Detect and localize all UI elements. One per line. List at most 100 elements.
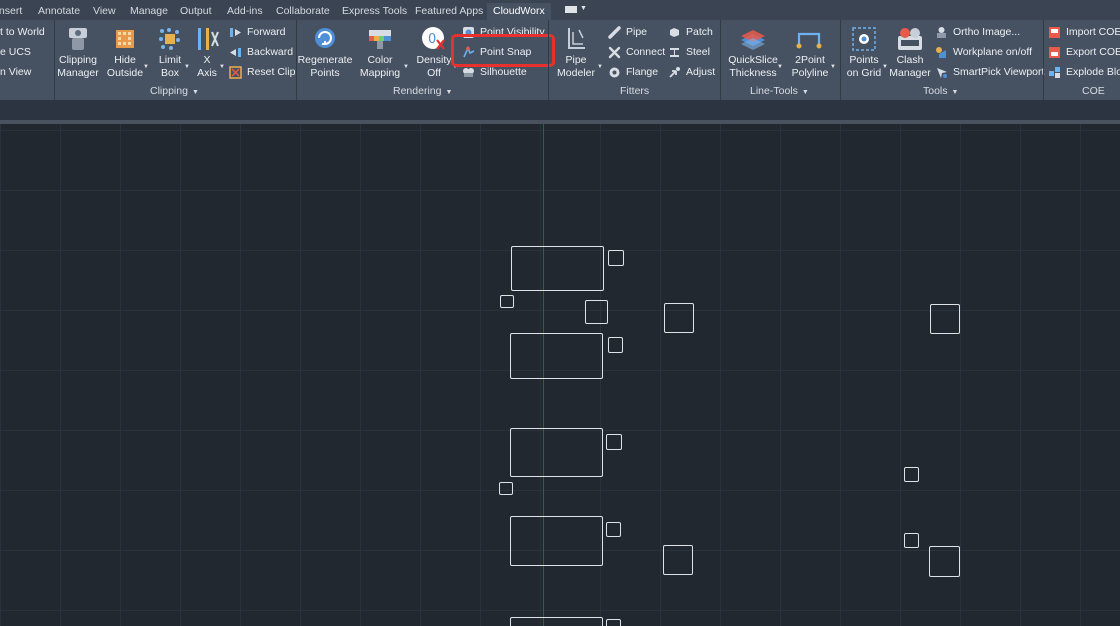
drawing-square[interactable] (608, 250, 624, 266)
coe-title-label: COE (1082, 85, 1105, 97)
regenerate-points-label: Regenerate Points (297, 54, 353, 79)
patch-button[interactable]: Patch (668, 23, 713, 41)
drawing-rectangle[interactable] (510, 333, 603, 379)
drawing-square[interactable] (930, 304, 960, 334)
tab-collaborate[interactable]: Collaborate (276, 5, 330, 17)
ortho-image-label: Ortho Image... (953, 26, 1021, 38)
import-coe-icon (1048, 26, 1061, 39)
reset-clip-button[interactable]: Reset Clip (229, 63, 295, 81)
drawing-square[interactable] (500, 295, 514, 308)
x-axis-icon (192, 24, 222, 54)
ortho-image-button[interactable]: Ortho Image... (935, 23, 1020, 41)
drawing-square[interactable] (663, 545, 693, 575)
tab-annotate[interactable]: Annotate (38, 5, 80, 17)
reset-clip-label: Reset Clip (247, 66, 296, 78)
tab-view[interactable]: View (93, 5, 116, 17)
explode-blocks-button[interactable]: Explode Bloc (1048, 63, 1120, 81)
tools-title-label: Tools (923, 85, 948, 97)
connect-icon (608, 46, 621, 59)
workplane-icon (935, 46, 948, 59)
pipe-button[interactable]: Pipe (608, 23, 647, 41)
drawing-rectangle[interactable] (510, 428, 603, 477)
pipe-modeler-dropdown-icon[interactable]: ▼ (597, 64, 603, 70)
drawing-square[interactable] (606, 619, 621, 626)
pipe-modeler-icon (561, 24, 591, 54)
drawing-rectangle[interactable] (510, 617, 603, 626)
density-off-button[interactable]: 0 Density Off (414, 22, 454, 80)
clipping-manager-icon (63, 24, 93, 54)
color-mapping-dropdown-icon[interactable]: ▼ (403, 64, 409, 70)
tab-featured-apps[interactable]: Featured Apps (415, 5, 483, 17)
smartpick-viewport-button[interactable]: SmartPick Viewport (935, 63, 1044, 81)
flange-button[interactable]: Flange (608, 63, 658, 81)
plan-view-button[interactable]: n View (0, 63, 31, 81)
adjust-button[interactable]: Adjust (668, 63, 715, 81)
steel-button[interactable]: Steel (668, 43, 710, 61)
export-coe-button[interactable]: Export COE (1048, 43, 1120, 61)
backward-label: Backward (247, 46, 294, 58)
forward-button[interactable]: Forward (229, 23, 286, 41)
line-tools-panel-title[interactable]: Line-Tools ▼ (750, 85, 809, 97)
color-mapping-button[interactable]: Color Mapping (357, 22, 403, 80)
drawing-rectangle[interactable] (511, 246, 604, 291)
tab-output[interactable]: Output (180, 5, 212, 17)
chevron-down-icon[interactable]: ▼ (580, 5, 587, 12)
tab-manage[interactable]: Manage (130, 5, 168, 17)
drawing-square[interactable] (904, 467, 919, 482)
tools-panel-title[interactable]: Tools ▼ (923, 85, 958, 97)
clipping-panel-title[interactable]: Clipping ▼ (150, 85, 199, 97)
hide-outside-dropdown-icon[interactable]: ▼ (143, 64, 149, 70)
drawing-viewport[interactable] (0, 124, 1120, 626)
clash-manager-button[interactable]: Clash Manager (888, 22, 932, 80)
quickslice-dropdown-icon[interactable]: ▼ (777, 64, 783, 70)
clipping-manager-button[interactable]: Clipping Manager (56, 22, 100, 80)
quickslice-thickness-button[interactable]: QuickSlice Thickness (726, 22, 780, 80)
pipe-modeler-button[interactable]: Pipe Modeler (554, 22, 598, 80)
set-to-world-button[interactable]: t to World (0, 23, 45, 41)
workplane-toggle-button[interactable]: Workplane on/off (935, 43, 1032, 61)
backward-button[interactable]: Backward (229, 43, 293, 61)
svg-text:0: 0 (428, 32, 436, 47)
connect-button[interactable]: Connect (608, 43, 665, 61)
rendering-panel-title[interactable]: Rendering ▼ (393, 85, 452, 97)
import-coe-button[interactable]: Import COE (1048, 23, 1120, 41)
chevron-down-icon: ▼ (445, 89, 453, 96)
drawing-square[interactable] (585, 300, 608, 324)
quickslice-icon (738, 24, 768, 54)
tab-cloudworx[interactable]: CloudWorx (487, 3, 551, 20)
polyline-icon (795, 24, 825, 54)
workspace-toggle-icon[interactable] (565, 6, 577, 13)
ortho-image-icon (935, 26, 948, 39)
tab-insert[interactable]: Insert (0, 5, 22, 17)
drawing-square[interactable] (608, 337, 623, 353)
tab-express-tools[interactable]: Express Tools (342, 5, 407, 17)
fitters-panel-title: Fitters (620, 85, 649, 97)
chevron-down-icon: ▼ (191, 89, 199, 96)
drawing-rectangle[interactable] (510, 516, 603, 566)
regenerate-points-icon (310, 24, 340, 54)
tab-add-ins[interactable]: Add-ins (227, 5, 263, 17)
two-point-polyline-button[interactable]: 2Point Polyline (788, 22, 832, 80)
drawing-square[interactable] (664, 303, 694, 333)
drawing-square[interactable] (606, 522, 621, 537)
points-on-grid-button[interactable]: Points on Grid (843, 22, 885, 80)
x-axis-dropdown-icon[interactable]: ▼ (219, 64, 225, 70)
regenerate-points-button[interactable]: Regenerate Points (298, 22, 352, 80)
limit-box-dropdown-icon[interactable]: ▼ (184, 64, 190, 70)
limit-box-button[interactable]: Limit Box (152, 22, 188, 80)
set-to-world-label: t to World (0, 26, 45, 38)
panel-separator (840, 20, 841, 100)
drawing-square[interactable] (499, 482, 513, 495)
drawing-square[interactable] (929, 546, 960, 577)
drawing-square[interactable] (904, 533, 919, 548)
panel-separator (720, 20, 721, 100)
polyline-dropdown-icon[interactable]: ▼ (830, 64, 836, 70)
patch-icon (668, 26, 681, 39)
drawing-square[interactable] (606, 434, 622, 450)
fitters-title-label: Fitters (620, 85, 650, 97)
ucs-button[interactable]: e UCS (0, 43, 31, 61)
x-axis-button[interactable]: X Axis (193, 22, 221, 80)
hide-outside-button[interactable]: Hide Outside (104, 22, 146, 80)
point-visibility-highlight (451, 34, 555, 67)
chevron-down-icon: ▼ (951, 89, 959, 96)
